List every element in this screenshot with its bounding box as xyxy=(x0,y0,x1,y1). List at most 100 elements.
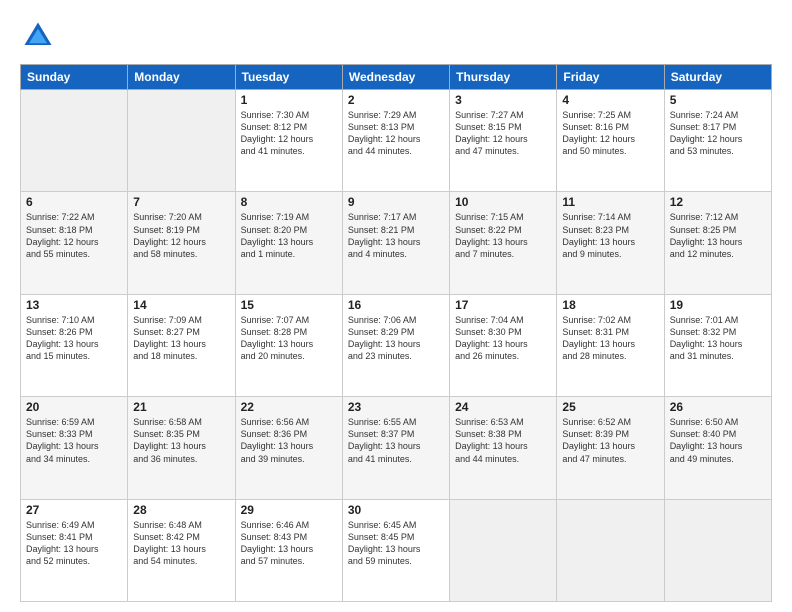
cell-info: Sunrise: 7:14 AMSunset: 8:23 PMDaylight:… xyxy=(562,211,658,260)
cell-info: Sunrise: 7:25 AMSunset: 8:16 PMDaylight:… xyxy=(562,109,658,158)
day-number: 19 xyxy=(670,298,766,312)
day-number: 21 xyxy=(133,400,229,414)
cell-info: Sunrise: 6:50 AMSunset: 8:40 PMDaylight:… xyxy=(670,416,766,465)
day-number: 30 xyxy=(348,503,444,517)
cell-info: Sunrise: 7:30 AMSunset: 8:12 PMDaylight:… xyxy=(241,109,337,158)
calendar-cell xyxy=(128,90,235,192)
day-number: 17 xyxy=(455,298,551,312)
col-header-sunday: Sunday xyxy=(21,65,128,90)
calendar-cell: 6Sunrise: 7:22 AMSunset: 8:18 PMDaylight… xyxy=(21,192,128,294)
cell-info: Sunrise: 7:04 AMSunset: 8:30 PMDaylight:… xyxy=(455,314,551,363)
calendar-cell: 8 Sunrise: 7:19 AMSunset: 8:20 PMDaylight… xyxy=(235,192,342,294)
cell-info: Sunrise: 7:02 AMSunset: 8:31 PMDaylight:… xyxy=(562,314,658,363)
calendar-cell: 30 Sunrise: 6:45 AMSunset: 8:45 PMDayligh… xyxy=(342,499,449,601)
calendar-cell: 17 Sunrise: 7:04 AMSunset: 8:30 PMDayligh… xyxy=(450,294,557,396)
cell-info: Sunrise: 7:17 AMSunset: 8:21 PMDaylight:… xyxy=(348,211,444,260)
calendar-header-row: SundayMondayTuesdayWednesdayThursdayFrid… xyxy=(21,65,772,90)
cell-info: Sunrise: 6:46 AMSunset: 8:43 PMDaylight:… xyxy=(241,519,337,568)
cell-info: Sunrise: 7:15 AMSunset: 8:22 PMDaylight:… xyxy=(455,211,551,260)
cell-info: Sunrise: 6:53 AMSunset: 8:38 PMDaylight:… xyxy=(455,416,551,465)
calendar-cell: 27Sunrise: 6:49 AMSunset: 8:41 PMDayligh… xyxy=(21,499,128,601)
day-number: 4 xyxy=(562,93,658,107)
cell-info: Sunrise: 7:27 AMSunset: 8:15 PMDaylight:… xyxy=(455,109,551,158)
logo-icon xyxy=(20,18,56,54)
cell-info: Sunrise: 6:49 AMSunset: 8:41 PMDaylight:… xyxy=(26,519,122,568)
calendar-cell: 19 Sunrise: 7:01 AMSunset: 8:32 PMDayligh… xyxy=(664,294,771,396)
calendar-cell: 10 Sunrise: 7:15 AMSunset: 8:22 PMDayligh… xyxy=(450,192,557,294)
cell-info: Sunrise: 6:58 AMSunset: 8:35 PMDaylight:… xyxy=(133,416,229,465)
calendar-cell: 22Sunrise: 6:56 AMSunset: 8:36 PMDayligh… xyxy=(235,397,342,499)
day-number: 7 xyxy=(133,195,229,209)
calendar-cell: 15 Sunrise: 7:07 AMSunset: 8:28 PMDayligh… xyxy=(235,294,342,396)
cell-info: Sunrise: 6:55 AMSunset: 8:37 PMDaylight:… xyxy=(348,416,444,465)
cell-info: Sunrise: 7:20 AMSunset: 8:19 PMDaylight:… xyxy=(133,211,229,260)
day-number: 25 xyxy=(562,400,658,414)
calendar-cell xyxy=(664,499,771,601)
col-header-friday: Friday xyxy=(557,65,664,90)
day-number: 3 xyxy=(455,93,551,107)
calendar-week-3: 13 Sunrise: 7:10 AMSunset: 8:26 PMDayligh… xyxy=(21,294,772,396)
calendar-cell: 1 Sunrise: 7:30 AMSunset: 8:12 PMDaylight… xyxy=(235,90,342,192)
calendar-week-5: 27Sunrise: 6:49 AMSunset: 8:41 PMDayligh… xyxy=(21,499,772,601)
calendar-week-4: 20Sunrise: 6:59 AMSunset: 8:33 PMDayligh… xyxy=(21,397,772,499)
calendar-cell: 18 Sunrise: 7:02 AMSunset: 8:31 PMDayligh… xyxy=(557,294,664,396)
day-number: 9 xyxy=(348,195,444,209)
calendar-cell: 29 Sunrise: 6:46 AMSunset: 8:43 PMDayligh… xyxy=(235,499,342,601)
calendar-cell: 25 Sunrise: 6:52 AMSunset: 8:39 PMDayligh… xyxy=(557,397,664,499)
calendar-table: SundayMondayTuesdayWednesdayThursdayFrid… xyxy=(20,64,772,602)
calendar-cell xyxy=(450,499,557,601)
calendar-week-2: 6Sunrise: 7:22 AMSunset: 8:18 PMDaylight… xyxy=(21,192,772,294)
day-number: 11 xyxy=(562,195,658,209)
day-number: 1 xyxy=(241,93,337,107)
page: SundayMondayTuesdayWednesdayThursdayFrid… xyxy=(0,0,792,612)
day-number: 8 xyxy=(241,195,337,209)
day-number: 29 xyxy=(241,503,337,517)
cell-info: Sunrise: 7:29 AMSunset: 8:13 PMDaylight:… xyxy=(348,109,444,158)
col-header-thursday: Thursday xyxy=(450,65,557,90)
cell-info: Sunrise: 6:45 AMSunset: 8:45 PMDaylight:… xyxy=(348,519,444,568)
day-number: 14 xyxy=(133,298,229,312)
day-number: 13 xyxy=(26,298,122,312)
cell-info: Sunrise: 7:24 AMSunset: 8:17 PMDaylight:… xyxy=(670,109,766,158)
col-header-monday: Monday xyxy=(128,65,235,90)
calendar-cell xyxy=(21,90,128,192)
calendar-cell: 4 Sunrise: 7:25 AMSunset: 8:16 PMDaylight… xyxy=(557,90,664,192)
cell-info: Sunrise: 7:10 AMSunset: 8:26 PMDaylight:… xyxy=(26,314,122,363)
cell-info: Sunrise: 6:52 AMSunset: 8:39 PMDaylight:… xyxy=(562,416,658,465)
col-header-tuesday: Tuesday xyxy=(235,65,342,90)
day-number: 23 xyxy=(348,400,444,414)
calendar-cell: 26 Sunrise: 6:50 AMSunset: 8:40 PMDayligh… xyxy=(664,397,771,499)
calendar-cell: 14Sunrise: 7:09 AMSunset: 8:27 PMDayligh… xyxy=(128,294,235,396)
day-number: 26 xyxy=(670,400,766,414)
calendar-cell: 2 Sunrise: 7:29 AMSunset: 8:13 PMDaylight… xyxy=(342,90,449,192)
day-number: 10 xyxy=(455,195,551,209)
day-number: 18 xyxy=(562,298,658,312)
header xyxy=(20,18,772,54)
cell-info: Sunrise: 7:07 AMSunset: 8:28 PMDaylight:… xyxy=(241,314,337,363)
calendar-cell: 3 Sunrise: 7:27 AMSunset: 8:15 PMDaylight… xyxy=(450,90,557,192)
cell-info: Sunrise: 7:06 AMSunset: 8:29 PMDaylight:… xyxy=(348,314,444,363)
calendar-cell: 12 Sunrise: 7:12 AMSunset: 8:25 PMDayligh… xyxy=(664,192,771,294)
calendar-cell: 24Sunrise: 6:53 AMSunset: 8:38 PMDayligh… xyxy=(450,397,557,499)
day-number: 2 xyxy=(348,93,444,107)
calendar-cell: 20Sunrise: 6:59 AMSunset: 8:33 PMDayligh… xyxy=(21,397,128,499)
day-number: 15 xyxy=(241,298,337,312)
day-number: 22 xyxy=(241,400,337,414)
cell-info: Sunrise: 7:22 AMSunset: 8:18 PMDaylight:… xyxy=(26,211,122,260)
calendar-cell: 11 Sunrise: 7:14 AMSunset: 8:23 PMDayligh… xyxy=(557,192,664,294)
col-header-wednesday: Wednesday xyxy=(342,65,449,90)
cell-info: Sunrise: 7:12 AMSunset: 8:25 PMDaylight:… xyxy=(670,211,766,260)
calendar-cell: 7 Sunrise: 7:20 AMSunset: 8:19 PMDaylight… xyxy=(128,192,235,294)
calendar-week-1: 1 Sunrise: 7:30 AMSunset: 8:12 PMDaylight… xyxy=(21,90,772,192)
day-number: 12 xyxy=(670,195,766,209)
cell-info: Sunrise: 6:59 AMSunset: 8:33 PMDaylight:… xyxy=(26,416,122,465)
calendar-cell: 13 Sunrise: 7:10 AMSunset: 8:26 PMDayligh… xyxy=(21,294,128,396)
day-number: 28 xyxy=(133,503,229,517)
cell-info: Sunrise: 6:48 AMSunset: 8:42 PMDaylight:… xyxy=(133,519,229,568)
calendar-cell xyxy=(557,499,664,601)
cell-info: Sunrise: 7:19 AMSunset: 8:20 PMDaylight:… xyxy=(241,211,337,260)
logo xyxy=(20,18,62,54)
calendar-cell: 23 Sunrise: 6:55 AMSunset: 8:37 PMDayligh… xyxy=(342,397,449,499)
cell-info: Sunrise: 7:01 AMSunset: 8:32 PMDaylight:… xyxy=(670,314,766,363)
day-number: 5 xyxy=(670,93,766,107)
